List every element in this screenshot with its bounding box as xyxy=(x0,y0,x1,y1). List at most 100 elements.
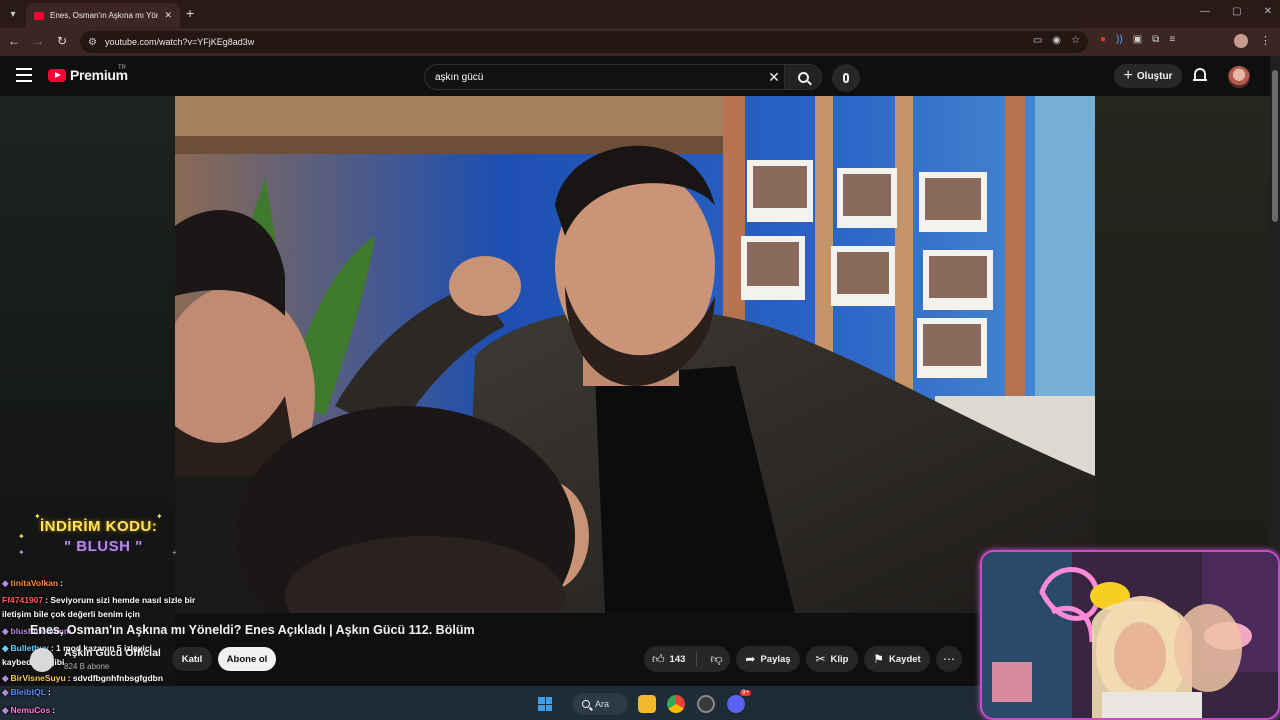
tab-search-chevron-down-icon[interactable]: ▾ xyxy=(4,5,22,23)
chat-text: : xyxy=(47,687,51,697)
video-player[interactable] xyxy=(175,96,1095,613)
browser-tab[interactable]: Enes, Osman'ın Aşkına mı Yönel ✕ xyxy=(26,3,180,28)
scissors-icon: ✂ xyxy=(815,652,826,666)
clip-button[interactable]: ✂ Klip xyxy=(806,646,858,672)
share-icon: ➦ xyxy=(745,652,756,666)
promo-code-value: " BLUSH " xyxy=(64,538,143,555)
dislike-icon[interactable]: 👎︎ xyxy=(710,652,722,667)
like-icon[interactable]: 👍︎ xyxy=(652,652,665,667)
channel-avatar[interactable] xyxy=(30,648,54,672)
voice-search-button[interactable] xyxy=(832,64,860,92)
cast-icon[interactable]: ▭ xyxy=(1033,35,1042,46)
chat-badge-icon: ◆ xyxy=(2,673,9,683)
clip-label: Klip xyxy=(830,653,849,665)
like-count[interactable]: 143 xyxy=(670,654,686,665)
chrome-icon[interactable] xyxy=(667,695,685,713)
like-dislike-group: 👍︎ 143 👎︎ xyxy=(644,646,730,672)
chat-text: iletişim bile çok değerli benim için xyxy=(2,609,140,619)
back-icon[interactable]: ← xyxy=(6,34,22,48)
sparkle-icon: ✦ xyxy=(18,548,25,557)
notification-badge: 9+ xyxy=(740,690,751,696)
sparkle-icon: ✦ xyxy=(18,532,25,541)
chat-message: ◆ tinitaVolkan: xyxy=(2,578,63,589)
chat-username: BirVisneSuyu xyxy=(10,673,66,683)
extensions-icon[interactable]: ⧉ xyxy=(1152,34,1159,45)
subscribe-button[interactable]: Abone ol xyxy=(218,647,276,671)
bookmark-icon: ⚑ xyxy=(873,652,885,666)
new-tab-button[interactable]: + xyxy=(186,5,194,21)
promo-code-heading: İNDİRİM KODU: xyxy=(40,518,158,535)
chat-message: ◆ BirVisneSuyu: sdvdfbgnhfnbsgfgdbn xyxy=(2,673,163,684)
url-text: youtube.com/watch?v=YFjKEg8ad3w xyxy=(104,37,255,47)
extension-red-icon[interactable]: ● xyxy=(1100,34,1106,45)
extension-box-icon[interactable]: ▣ xyxy=(1133,34,1142,45)
browser-toolbar: ← → ↻ ⚙ youtube.com/watch?v=YFjKEg8ad3w … xyxy=(0,28,1280,56)
window-controls: — ▢ ✕ xyxy=(1200,6,1272,17)
create-button[interactable]: + Oluştur xyxy=(1114,64,1182,88)
browser-profile-avatar[interactable] xyxy=(1234,34,1248,48)
tab-title: Enes, Osman'ın Aşkına mı Yönel xyxy=(50,11,159,20)
scrollbar-thumb[interactable] xyxy=(1272,70,1278,222)
video-title: Enes, Osman'ın Aşkına mı Yöneldi? Enes A… xyxy=(30,623,475,637)
star-icon[interactable]: ☆ xyxy=(1071,35,1080,46)
forward-icon[interactable]: → xyxy=(30,34,46,48)
reload-icon[interactable]: ↻ xyxy=(54,34,70,48)
window-close-icon[interactable]: ✕ xyxy=(1264,6,1272,17)
webcam-frame xyxy=(982,552,1278,718)
tab-close-icon[interactable]: ✕ xyxy=(164,10,172,21)
share-button[interactable]: ➦ Paylaş xyxy=(736,646,800,672)
taskbar-search-label: Ara xyxy=(595,699,610,709)
mic-icon xyxy=(843,73,849,83)
menu-icon[interactable]: ⋮ xyxy=(1260,34,1271,47)
taskbar-search[interactable]: Ara xyxy=(572,693,628,715)
extension-audio-icon[interactable]: )) xyxy=(1116,34,1123,45)
subscriber-count: 824 B abone xyxy=(64,662,110,671)
search-button[interactable] xyxy=(784,64,822,90)
channel-name[interactable]: Aşkın Gücü Official xyxy=(64,647,161,659)
sparkle-icon: ✦ xyxy=(34,512,41,521)
windows-start-icon[interactable] xyxy=(538,697,552,711)
hamburger-menu-icon[interactable] xyxy=(16,68,32,82)
address-bar[interactable]: ⚙ youtube.com/watch?v=YFjKEg8ad3w ▭ ◉ ☆ xyxy=(80,31,1088,53)
search-input[interactable] xyxy=(435,71,761,83)
video-frame xyxy=(175,96,1095,613)
eye-off-icon[interactable]: ◉ xyxy=(1052,35,1061,46)
create-label: Oluştur xyxy=(1136,70,1173,82)
site-settings-icon[interactable]: ⚙ xyxy=(88,37,97,48)
maximize-icon[interactable]: ▢ xyxy=(1232,6,1241,17)
obs-icon[interactable] xyxy=(697,695,715,713)
youtube-logo-icon xyxy=(48,68,66,82)
more-icon: ⋯ xyxy=(943,652,955,666)
youtube-favicon xyxy=(34,11,44,20)
discord-icon[interactable]: 9+ xyxy=(727,690,751,713)
chat-username: tinitaVolkan xyxy=(10,578,59,588)
bell-icon[interactable] xyxy=(1193,68,1207,82)
chat-text: : sdvdfbgnhfnbsgfgdbn xyxy=(67,673,164,683)
join-button[interactable]: Katıl xyxy=(172,647,212,671)
ambient-right xyxy=(1095,96,1270,552)
plus-icon: + xyxy=(1123,67,1133,84)
chat-badge-icon: ◆ xyxy=(2,626,9,636)
like-divider xyxy=(696,652,697,666)
chat-username: Ff4741907 xyxy=(2,595,44,605)
chat-message: Ff4741907: Seviyorum sizi hemde nasıl si… xyxy=(2,595,195,605)
sparkle-icon: + xyxy=(172,548,177,557)
youtube-header: Premium TR ✕ + Oluştur xyxy=(0,56,1270,96)
search-icon xyxy=(797,71,809,83)
chat-badge-icon: ◆ xyxy=(2,643,9,653)
youtube-premium-logo[interactable]: Premium TR xyxy=(48,65,128,83)
share-label: Paylaş xyxy=(760,653,791,665)
more-actions-button[interactable]: ⋯ xyxy=(936,646,962,672)
save-button[interactable]: ⚑ Kaydet xyxy=(864,646,930,672)
chat-text: : xyxy=(60,578,63,588)
reading-list-icon[interactable]: ≡ xyxy=(1169,34,1175,45)
file-explorer-icon[interactable] xyxy=(638,695,656,713)
chat-badge-icon: ◆ xyxy=(2,578,9,588)
user-avatar[interactable] xyxy=(1228,66,1250,88)
sparkle-icon: ✦ xyxy=(156,512,163,521)
chat-message: ◆ BleibtQL: xyxy=(2,687,51,698)
browser-tab-bar: ▾ Enes, Osman'ın Aşkına mı Yönel ✕ + — ▢… xyxy=(0,0,1280,28)
chat-username: BleibtQL xyxy=(10,687,46,697)
minimize-icon[interactable]: — xyxy=(1200,6,1210,17)
chat-message-continued: iletişim bile çok değerli benim için xyxy=(2,609,140,619)
